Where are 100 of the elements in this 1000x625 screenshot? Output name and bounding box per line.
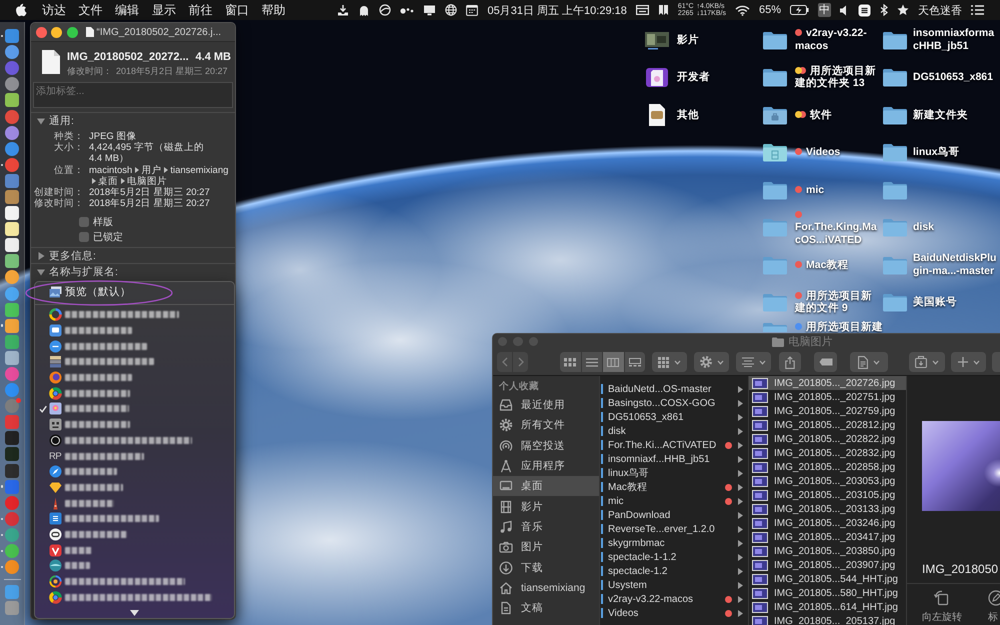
tags-field[interactable]: 添加标签... — [33, 82, 233, 108]
file-item[interactable]: IMG_201805...614_HHT.jpg — [749, 600, 906, 614]
file-item[interactable]: IMG_201805..._202751.jpg — [749, 390, 906, 404]
app-icon[interactable] — [5, 270, 19, 284]
icon-label[interactable]: 影片 — [677, 34, 747, 46]
file-item[interactable]: IMG_201805..._202832.jpg — [749, 446, 906, 460]
folder-item[interactable]: Videos — [600, 606, 748, 620]
folder-item[interactable]: DG510653_x861 — [600, 410, 748, 424]
icon-label[interactable]: 软件 — [795, 108, 880, 121]
ghost-icon[interactable] — [358, 4, 370, 16]
sidebar-item[interactable]: 所有文件 — [493, 415, 599, 436]
icon-label[interactable]: 新建文件夹 — [913, 108, 998, 121]
document-button[interactable] — [850, 352, 888, 372]
folder-item[interactable]: Basingsto...COSX-GOG — [600, 396, 748, 410]
add-button[interactable] — [951, 352, 986, 372]
close-button[interactable] — [36, 26, 46, 38]
folder-item[interactable]: ReverseTe...erver_1.2.0 — [600, 522, 748, 536]
menu-item[interactable]: RP — [35, 448, 234, 464]
battery-icon[interactable] — [790, 5, 809, 15]
sidebar-item[interactable]: 图片 — [493, 537, 599, 558]
sidebar-item[interactable]: 影片 — [493, 496, 599, 517]
file-item[interactable]: IMG_201805..._202812.jpg — [749, 418, 906, 432]
window-icon[interactable] — [636, 5, 649, 15]
menu-item[interactable]: 帮助 — [255, 0, 292, 20]
icon-label[interactable]: 用所选项目新建的文件夹 13 — [795, 64, 880, 90]
menu-item[interactable]: 预览（默认） — [35, 283, 234, 301]
file-item[interactable]: IMG_201805..._203246.jpg — [749, 516, 906, 530]
download-tray-icon[interactable] — [337, 4, 350, 16]
section-header[interactable]: 通用: — [31, 113, 235, 128]
preview-action-button[interactable]: 标 — [988, 590, 1000, 624]
arrange-button[interactable] — [736, 352, 771, 372]
folder-item[interactable]: Usystem — [600, 578, 748, 592]
sidebar-item[interactable]: 最近使用 — [493, 395, 599, 416]
menu-item[interactable]: 显示 — [145, 0, 182, 20]
star-icon[interactable] — [897, 4, 909, 16]
folder-item[interactable]: spectacle-1.2 — [600, 564, 748, 578]
app-icon[interactable] — [858, 4, 871, 16]
box-button[interactable] — [909, 352, 945, 372]
menu-item[interactable]: 文件 — [72, 0, 109, 20]
folder-icon[interactable] — [882, 67, 908, 88]
speaker-icon[interactable] — [840, 4, 849, 16]
gallery-view-button[interactable] — [624, 352, 645, 372]
folder-item[interactable]: Mac教程 — [600, 480, 748, 494]
sidebar-item[interactable]: tiansemixiang — [493, 578, 599, 598]
icon-label[interactable]: mic — [795, 184, 880, 196]
circle-icon[interactable] — [379, 4, 392, 16]
apple-icon[interactable] — [15, 3, 27, 17]
minimize-button[interactable] — [51, 26, 62, 38]
folder-icon[interactable] — [882, 30, 908, 50]
folder-item[interactable]: insomniaxf...HHB_jb51 — [600, 452, 748, 466]
app-document-icon[interactable] — [645, 66, 669, 88]
folder-item[interactable]: skygrmbmac — [600, 536, 748, 550]
file-item[interactable]: IMG_201805..._203053.jpg — [749, 474, 906, 488]
folder-icon[interactable] — [882, 142, 908, 162]
file-item[interactable]: IMG_201805...544_HHT.jpg — [749, 572, 906, 586]
forward-button[interactable] — [513, 352, 528, 372]
folder-item[interactable]: mic — [600, 494, 748, 508]
checkbox[interactable] — [79, 217, 89, 228]
image-thumbnail-icon[interactable] — [645, 30, 669, 50]
folder-icon[interactable] — [762, 67, 788, 88]
app-icon[interactable] — [5, 93, 19, 108]
bluetooth-icon[interactable] — [880, 4, 888, 16]
file-item[interactable]: IMG_201805..._203417.jpg — [749, 530, 906, 544]
app-icon[interactable] — [5, 206, 19, 220]
sidebar-item[interactable]: 应用程序 — [493, 456, 599, 476]
globe-icon[interactable] — [445, 4, 458, 16]
list-view-button[interactable] — [582, 352, 602, 372]
clock[interactable]: 05月31日 周五 上午10:29:18 — [487, 2, 627, 18]
folder-item[interactable]: spectacle-1-1.2 — [600, 550, 748, 564]
file-item[interactable]: IMG_201805..._202759.jpg — [749, 404, 906, 418]
sidebar-item[interactable]: 下载 — [493, 557, 599, 578]
folder-item[interactable]: v2ray-v3.22-macos — [600, 592, 748, 606]
file-item[interactable]: IMG_201805..._203105.jpg — [749, 488, 906, 502]
section-header[interactable]: 更多信息: — [31, 248, 235, 264]
folder-item[interactable]: For.The.Ki...ACTiVATED — [600, 438, 748, 452]
preview-action-button[interactable]: 向左旋转 — [922, 590, 962, 624]
display-icon[interactable] — [423, 4, 436, 16]
wifi-icon[interactable] — [734, 4, 750, 16]
app-icon[interactable] — [5, 238, 19, 252]
icon-label[interactable]: 其他 — [677, 108, 747, 121]
group-button[interactable] — [652, 352, 687, 372]
bookmark-icon[interactable] — [658, 4, 669, 16]
folder-icon[interactable] — [762, 142, 788, 162]
menu-item[interactable]: 前往 — [182, 0, 219, 20]
app-icon[interactable] — [5, 222, 19, 236]
zoom-button[interactable] — [66, 26, 78, 38]
back-button[interactable] — [497, 352, 512, 372]
file-item[interactable]: IMG_201805..._203850.jpg — [749, 544, 906, 558]
briefcase-folder-icon[interactable] — [762, 104, 788, 125]
sidebar-item[interactable]: 桌面 — [493, 476, 599, 496]
menu-item[interactable]: 访达 — [36, 0, 72, 20]
file-item[interactable]: IMG_201805...580_HHT.jpg — [749, 586, 906, 600]
file-item[interactable]: IMG_201805..._202858.jpg — [749, 460, 906, 474]
folder-icon[interactable] — [762, 30, 788, 50]
menu-item[interactable]: 窗口 — [218, 0, 256, 20]
sidebar-item[interactable]: 文稿 — [493, 598, 599, 618]
checkbox[interactable] — [79, 232, 89, 242]
icon-label[interactable]: 开发者 — [677, 71, 747, 84]
file-item[interactable]: IMG_201805..._202726.jpg — [749, 376, 906, 390]
file-item[interactable]: IMG_201805..._202822.jpg — [749, 432, 906, 446]
